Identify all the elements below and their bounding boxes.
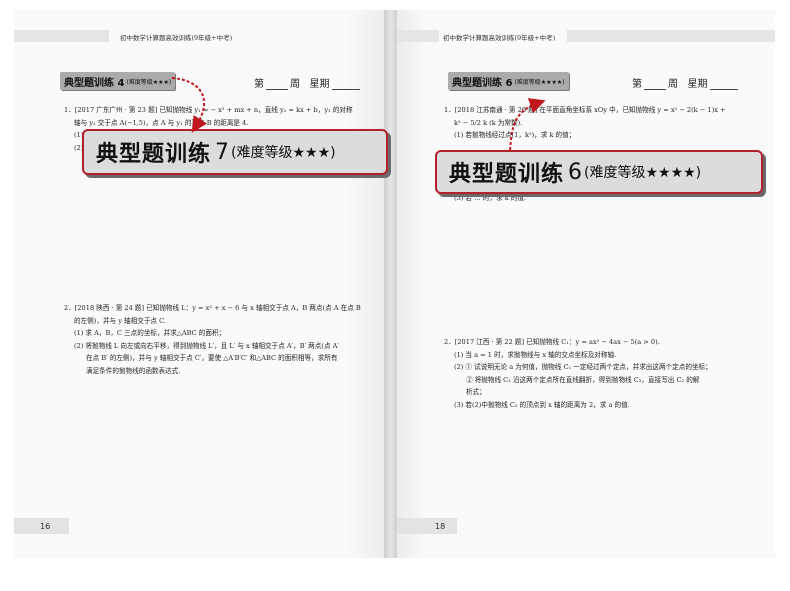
problem-line: (1) 求 A，B，C 三点的坐标，并求△ABC 的面积； — [74, 329, 226, 337]
open-book: 初中数学计算题高效训练(9年级+中考) 典型题训练 4 (难度等级★★★) 第 周… — [14, 10, 775, 558]
week-label: 第 — [632, 79, 642, 90]
page-number: 16 — [40, 522, 51, 531]
problem-line: 2．[2018 陕西 · 第 24 题] 已知抛物线 L：y = x² + x … — [64, 304, 361, 312]
weekday-blank — [331, 80, 360, 90]
problem-line: (1) 当 a = 1 时，求抛物线与 x 轴的交点坐标及对称轴. — [454, 350, 617, 359]
callout-title: 典型题训练 — [449, 162, 565, 187]
problem-line: 1．[2017 广东广州 · 第 23 题] 已知抛物线 y₁ = − x² +… — [64, 106, 353, 114]
problem-line: 1．[2018 江苏南通 · 第 26 题] 在平面直角坐标系 xOy 中，已知… — [444, 106, 726, 114]
section-tab-level: (难度等级★★★) — [126, 78, 172, 86]
page-number-bar — [397, 518, 457, 534]
week-label: 第 — [254, 79, 264, 90]
problem-line: 的左侧)，并与 y 轴相交于点 C. — [74, 316, 167, 325]
section-tab-level: (难度等级★★★★) — [514, 78, 565, 86]
week-blank — [644, 80, 666, 90]
problem-2: 2．[2018 陕西 · 第 24 题] 已知抛物线 L：y = x² + x … — [64, 302, 382, 377]
running-head-bar — [567, 30, 775, 42]
book-gutter — [384, 10, 397, 558]
weekday-label: 星期 — [687, 79, 708, 90]
section-tab: 典型题训练 4 (难度等级★★★) — [60, 72, 176, 90]
weekday-blank — [709, 80, 738, 90]
left-page: 初中数学计算题高效训练(9年级+中考) 典型题训练 4 (难度等级★★★) 第 周… — [14, 10, 384, 558]
callout-level: (难度等级★★★★) — [584, 165, 702, 181]
problem-line: 析式； — [466, 388, 486, 396]
problem-line: (1) 若抛物线经过点(1，k²)，求 k 的值； — [454, 131, 576, 139]
callout-right: 典型题训练 6 (难度等级★★★★) — [435, 150, 763, 194]
problem-line: k² − 5/2 k (k 为常数). — [454, 118, 523, 127]
problem-line: 轴与 y₂ 交于点 A(−1,5)，点 A 与 y₁ 的顶点 B 的距离是 4. — [74, 118, 249, 127]
problem-line: 满足条件的抛物线的函数表达式. — [86, 366, 181, 375]
weekday-label: 星期 — [309, 79, 330, 90]
problem-line: ② 将抛物线 C₁ 沿这两个定点所在直线翻折，得到抛物线 C₂，直接写出 C₂ … — [466, 375, 700, 384]
problem-line: (2) 将抛物线 L 向左或向右平移，得到抛物线 L′，且 L′ 与 x 轴相交… — [74, 341, 339, 350]
week-unit: 周 — [668, 79, 678, 90]
running-head-bar — [397, 30, 439, 42]
section-tab-title: 典型题训练 4 — [64, 77, 125, 89]
callout-number: 7 — [215, 139, 230, 165]
problem-line: 在点 B′ 的左侧)，并与 y 轴相交于点 C′，要使 △A′B′C′ 和△AB… — [86, 354, 338, 362]
section-tab-title: 典型题训练 6 — [452, 77, 513, 89]
problem-2: 2．[2017 江西 · 第 22 题] 已知抛物线 C₁：y = ax² − … — [444, 336, 770, 411]
running-head-bar — [14, 30, 109, 42]
right-page: 初中数学计算题高效训练(9年级+中考) 典型题训练 6 (难度等级★★★★) 第… — [397, 10, 775, 558]
week-day-line: 第 周 星期 — [632, 75, 740, 90]
running-head: 初中数学计算题高效训练(9年级+中考) — [443, 34, 556, 42]
problem-line: (2) ① 试说明无论 a 为何值，抛物线 C₁ 一定经过两个定点，并求出这两个… — [454, 363, 712, 371]
page-number: 18 — [435, 522, 446, 531]
running-head: 初中数学计算题高效训练(9年级+中考) — [120, 34, 233, 42]
callout-title: 典型题训练 — [96, 142, 212, 167]
callout-level: (难度等级★★★) — [231, 145, 336, 161]
section-tab: 典型题训练 6 (难度等级★★★★) — [448, 72, 569, 90]
problem-line: (3) 若(2)中抛物线 C₂ 的顶点到 x 轴的距离为 2，求 a 的值. — [454, 400, 630, 409]
week-day-line: 第 周 星期 — [254, 75, 362, 90]
callout-number: 6 — [568, 159, 583, 185]
week-blank — [266, 80, 288, 90]
callout-left: 典型题训练 7 (难度等级★★★) — [82, 129, 388, 175]
week-unit: 周 — [290, 79, 300, 90]
problem-line: 2．[2017 江西 · 第 22 题] 已知抛物线 C₁：y = ax² − … — [444, 338, 660, 346]
